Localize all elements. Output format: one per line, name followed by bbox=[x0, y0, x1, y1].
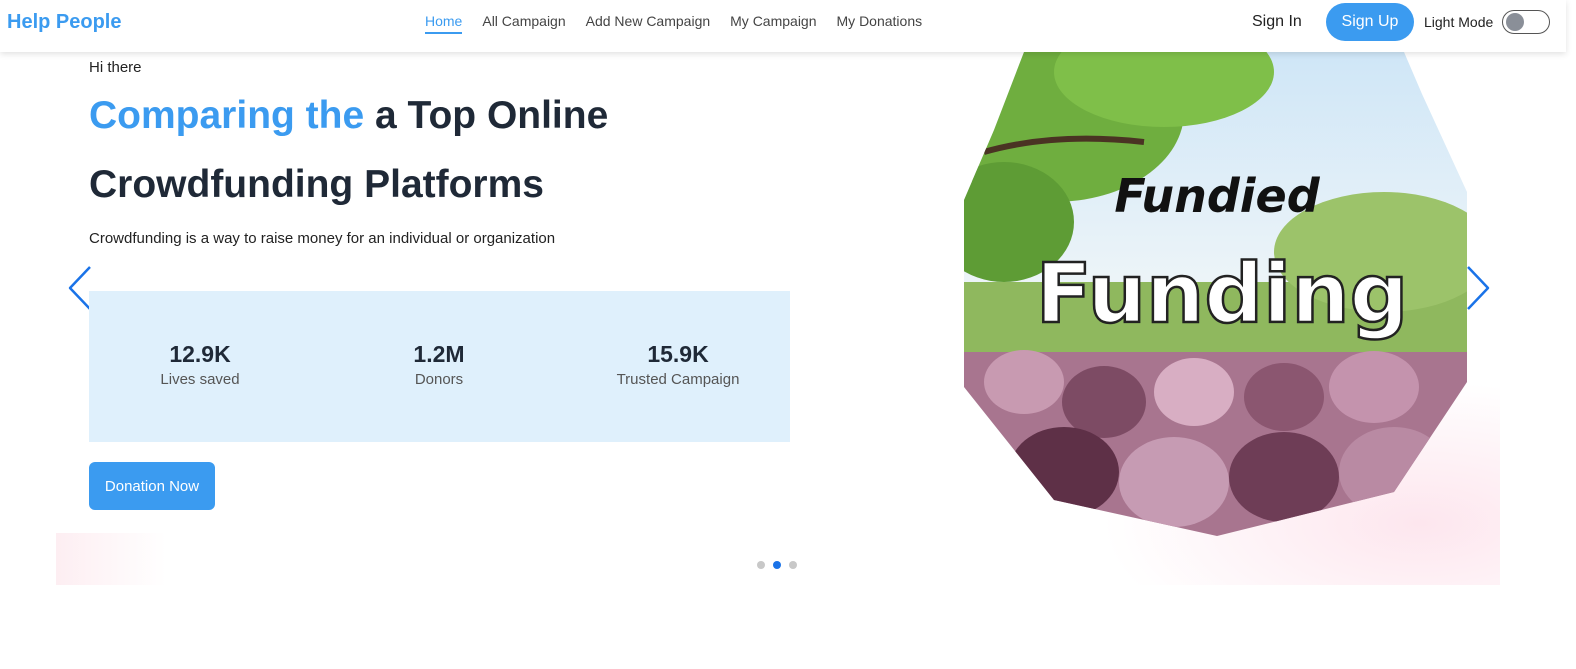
stat-label: Lives saved bbox=[160, 371, 240, 388]
carousel-dot-1[interactable] bbox=[757, 561, 765, 569]
svg-text:Fundied: Fundied bbox=[1114, 169, 1320, 223]
nav-link-home[interactable]: Home bbox=[425, 13, 463, 34]
hero-title-rest: a Top Online bbox=[364, 94, 609, 137]
stat-trusted-campaign: 15.9K Trusted Campaign bbox=[578, 341, 778, 388]
theme-toggle-knob bbox=[1506, 13, 1524, 31]
theme-mode-label: Light Mode bbox=[1424, 14, 1494, 30]
theme-toggle[interactable] bbox=[1502, 10, 1550, 34]
nav-link-my-campaign[interactable]: My Campaign bbox=[730, 13, 816, 34]
carousel-dot-2[interactable] bbox=[773, 561, 781, 569]
stat-value: 1.2M bbox=[413, 341, 465, 367]
hero-title-line2: Crowdfunding Platforms bbox=[89, 163, 544, 206]
nav-link-add-new-campaign[interactable]: Add New Campaign bbox=[586, 13, 711, 34]
sign-up-button[interactable]: Sign Up bbox=[1326, 3, 1414, 41]
donation-now-button[interactable]: Donation Now bbox=[89, 462, 215, 510]
stat-label: Donors bbox=[414, 371, 464, 388]
hero-title-highlight: Comparing the bbox=[89, 94, 365, 137]
svg-text:Funding: Funding bbox=[1036, 247, 1409, 342]
stat-label: Trusted Campaign bbox=[616, 371, 740, 388]
hero-greeting: Hi there bbox=[89, 59, 142, 76]
stat-value: 15.9K bbox=[647, 341, 709, 367]
stats-panel: 12.9K Lives saved 1.2M Donors 15.9K Trus… bbox=[89, 291, 790, 442]
carousel-dot-3[interactable] bbox=[789, 561, 797, 569]
hero-title: Comparing the a Top Online bbox=[89, 94, 608, 138]
nav-link-my-donations[interactable]: My Donations bbox=[837, 13, 923, 34]
nav-link-all-campaign[interactable]: All Campaign bbox=[482, 13, 565, 34]
hero-subtitle: Crowdfunding is a way to raise money for… bbox=[89, 230, 556, 247]
stat-donors: 1.2M Donors bbox=[339, 341, 539, 388]
brand-logo[interactable]: Help People bbox=[7, 11, 121, 34]
stat-value: 12.9K bbox=[169, 341, 231, 367]
carousel-dots bbox=[757, 561, 797, 569]
hero-illustration: Fundied Funding bbox=[964, 52, 1467, 536]
stat-lives-saved: 12.9K Lives saved bbox=[100, 341, 300, 388]
navbar: Help People Home All Campaign Add New Ca… bbox=[0, 0, 1566, 52]
sign-in-link[interactable]: Sign In bbox=[1252, 13, 1302, 31]
nav-links: Home All Campaign Add New Campaign My Ca… bbox=[425, 13, 942, 34]
hero-background-accent bbox=[56, 533, 166, 585]
